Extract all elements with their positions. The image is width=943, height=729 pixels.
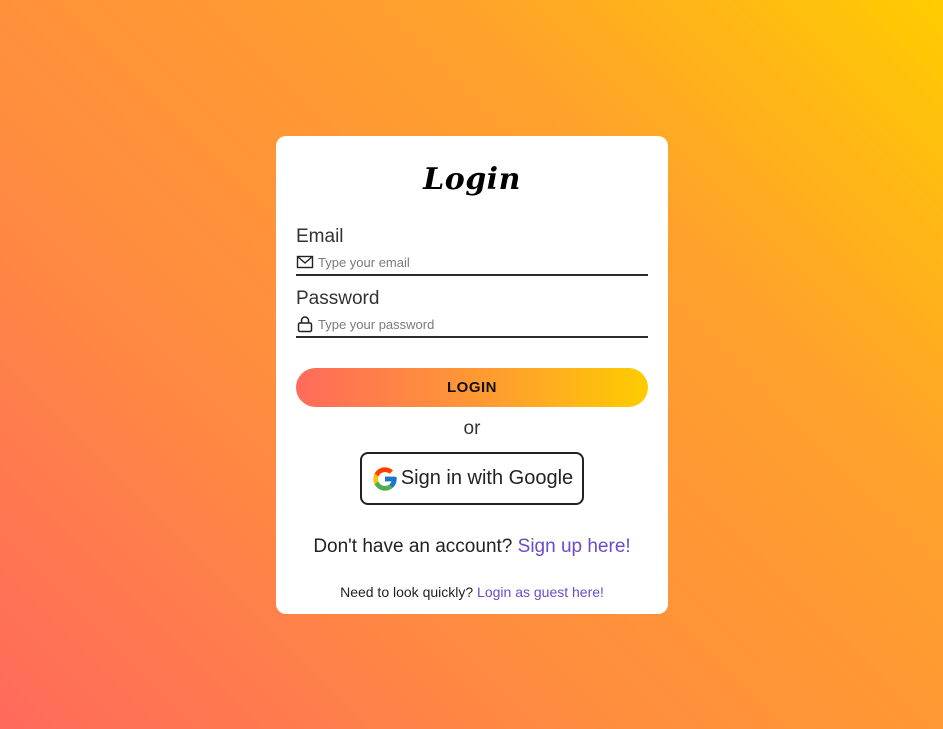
signup-prompt: Don't have an account?	[313, 536, 513, 557]
password-input-row	[296, 312, 648, 338]
password-input[interactable]	[318, 316, 638, 332]
email-field-group: Email	[296, 226, 648, 276]
guest-login-link[interactable]: Login as guest here!	[477, 584, 604, 600]
login-button[interactable]: LOGIN	[296, 368, 648, 407]
lock-icon	[297, 316, 313, 333]
email-label: Email	[296, 226, 344, 247]
or-divider: or	[463, 418, 481, 439]
email-input[interactable]	[318, 254, 638, 270]
mail-icon	[296, 255, 314, 269]
guest-prompt: Need to look quickly?	[340, 584, 474, 600]
guest-row: Need to look quickly? Login as guest her…	[276, 584, 668, 600]
google-icon	[373, 466, 397, 491]
google-button-label: Sign in with Google	[400, 467, 574, 489]
signup-row: Don't have an account? Sign up here!	[276, 536, 668, 558]
login-card: Login Email Password LOGIN or	[276, 136, 668, 614]
password-field-group: Password	[296, 288, 648, 338]
page-title: Login	[423, 162, 521, 197]
email-input-row	[296, 250, 648, 276]
password-label: Password	[296, 288, 380, 309]
google-sign-in-button[interactable]: Sign in with Google	[360, 452, 584, 505]
signup-link[interactable]: Sign up here!	[518, 536, 631, 557]
